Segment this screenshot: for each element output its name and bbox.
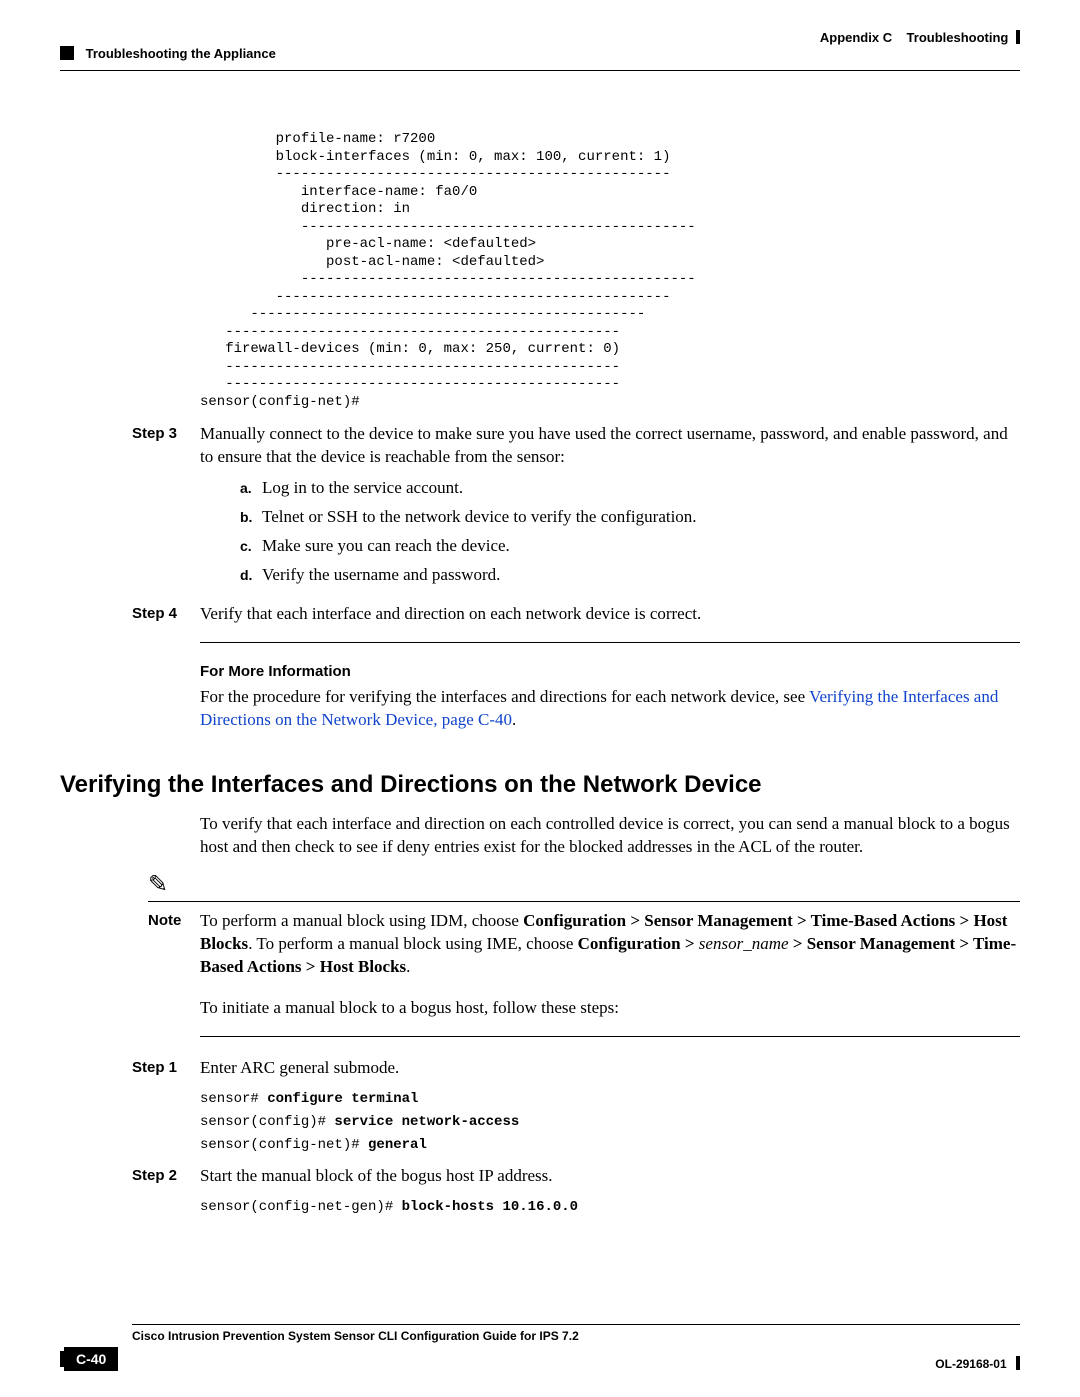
note-italic: sensor_name (699, 934, 789, 953)
appendix-label: Appendix C (820, 30, 892, 45)
code-l2a: sensor(config)# (200, 1114, 334, 1130)
more-info-body: For the procedure for verifying the inte… (200, 686, 1020, 732)
note-bold-2: Configuration > (578, 934, 699, 953)
running-header: Appendix C Troubleshooting Troubleshooti… (60, 30, 1020, 52)
code2-l1b: block-hosts 10.16.0.0 (402, 1199, 578, 1215)
substep-d-letter: d. (240, 564, 262, 587)
step-3-text: Manually connect to the device to make s… (200, 424, 1008, 466)
substep-c: c. Make sure you can reach the device. (240, 535, 1020, 558)
code-l1a: sensor# (200, 1091, 267, 1107)
more-info-post: . (512, 710, 516, 729)
code-l3a: sensor(config-net)# (200, 1137, 368, 1153)
step-b1-code: sensor# configure terminal sensor(config… (200, 1086, 1020, 1155)
step-3-label: Step 3 (132, 423, 192, 593)
note-body: To perform a manual block using IDM, cho… (200, 910, 1020, 979)
step-b1-body: Enter ARC general submode. sensor# confi… (200, 1057, 1020, 1155)
footer-bottom: C-40 OL-29168-01 (60, 1347, 1020, 1371)
header-right: Appendix C Troubleshooting (820, 30, 1020, 45)
step-3-body: Manually connect to the device to make s… (200, 423, 1020, 593)
appendix-title: Troubleshooting (907, 30, 1009, 45)
step-b1-text: Enter ARC general submode. (200, 1058, 399, 1077)
step-b2-label: Step 2 (132, 1165, 192, 1217)
divider-rule (200, 642, 1020, 643)
doc-id-text: OL-29168-01 (935, 1357, 1006, 1371)
header-square-icon (60, 46, 74, 60)
footer-doc-id: OL-29168-01 (935, 1356, 1020, 1371)
page-number-badge: C-40 (64, 1347, 118, 1371)
header-rule (60, 70, 1020, 71)
note-row: Note To perform a manual block using IDM… (148, 910, 1020, 979)
substep-c-text: Make sure you can reach the device. (262, 535, 510, 558)
step-b2: Step 2 Start the manual block of the bog… (60, 1165, 1020, 1217)
note-block: ✎ Note To perform a manual block using I… (148, 873, 1020, 979)
footer-rule (132, 1324, 1020, 1325)
section-heading: Verifying the Interfaces and Directions … (60, 771, 1020, 799)
substep-a-letter: a. (240, 477, 262, 500)
substep-a: a. Log in to the service account. (240, 477, 1020, 500)
footer: Cisco Intrusion Prevention System Sensor… (60, 1324, 1020, 1371)
step-b2-code: sensor(config-net-gen)# block-hosts 10.1… (200, 1194, 1020, 1217)
footer-title: Cisco Intrusion Prevention System Sensor… (132, 1329, 1020, 1343)
note-label: Note (148, 910, 200, 979)
header-bar-icon (1016, 30, 1020, 44)
note-top-rule (148, 901, 1020, 902)
section-name: Troubleshooting the Appliance (86, 46, 276, 61)
substep-b-text: Telnet or SSH to the network device to v… (262, 506, 697, 529)
step-b2-text: Start the manual block of the bogus host… (200, 1166, 553, 1185)
note-mid: . To perform a manual block using IME, c… (248, 934, 577, 953)
note-pre: To perform a manual block using IDM, cho… (200, 911, 523, 930)
step-3: Step 3 Manually connect to the device to… (60, 423, 1020, 593)
note-pencil-icon: ✎ (148, 873, 1020, 897)
step-4-label: Step 4 (132, 603, 192, 626)
substep-b: b. Telnet or SSH to the network device t… (240, 506, 1020, 529)
more-info-heading: For More Information (200, 663, 1020, 680)
code-l1b: configure terminal (267, 1091, 418, 1107)
header-left: Troubleshooting the Appliance (60, 46, 276, 61)
substep-c-letter: c. (240, 535, 262, 558)
divider-rule-2 (200, 1036, 1020, 1037)
code-l3b: general (368, 1137, 427, 1153)
step-4-text: Verify that each interface and direction… (200, 603, 1020, 626)
step-4: Step 4 Verify that each interface and di… (60, 603, 1020, 626)
step-3-substeps: a. Log in to the service account. b. Tel… (240, 477, 1020, 587)
content-area: profile-name: r7200 block-interfaces (mi… (60, 131, 1020, 1217)
substep-d: d. Verify the username and password. (240, 564, 1020, 587)
code2-l1a: sensor(config-net-gen)# (200, 1199, 402, 1215)
code-l2b: service network-access (334, 1114, 519, 1130)
more-info-pre: For the procedure for verifying the inte… (200, 687, 809, 706)
note-post: . (406, 957, 410, 976)
substep-a-text: Log in to the service account. (262, 477, 463, 500)
substep-b-letter: b. (240, 506, 262, 529)
initiate-paragraph: To initiate a manual block to a bogus ho… (200, 997, 1020, 1020)
footer-right-bar-icon (1016, 1356, 1020, 1370)
intro-paragraph: To verify that each interface and direct… (200, 813, 1020, 859)
page: Appendix C Troubleshooting Troubleshooti… (0, 0, 1080, 1397)
substep-d-text: Verify the username and password. (262, 564, 500, 587)
step-b1: Step 1 Enter ARC general submode. sensor… (60, 1057, 1020, 1155)
step-b2-body: Start the manual block of the bogus host… (200, 1165, 1020, 1217)
step-b1-label: Step 1 (132, 1057, 192, 1155)
config-output: profile-name: r7200 block-interfaces (mi… (200, 131, 1020, 411)
